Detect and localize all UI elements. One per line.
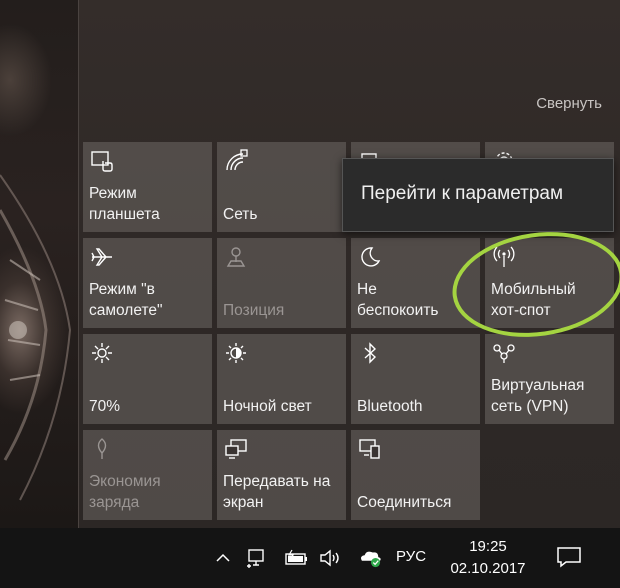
tile-label: Экономия заряда: [89, 473, 161, 511]
project-icon: [223, 436, 249, 462]
volume-icon[interactable]: [318, 548, 342, 568]
tooltip-text: Перейти к параметрам: [361, 183, 564, 204]
tile-connect[interactable]: Соединиться: [351, 430, 480, 520]
tile-label: 70%: [89, 398, 121, 415]
night-light-icon: [223, 340, 249, 366]
language-indicator[interactable]: РУС: [396, 548, 426, 565]
tile-night-light[interactable]: Ночной свет: [217, 334, 346, 424]
tile-airplane-mode[interactable]: Режим "в самолете": [83, 238, 212, 328]
tile-label: Сеть: [223, 206, 258, 223]
tablet-mode-icon: [89, 148, 115, 174]
tile-label: Позиция: [223, 302, 285, 319]
brightness-icon: [89, 340, 115, 366]
clock[interactable]: 19:25 02.10.2017: [438, 536, 538, 580]
clock-time: 19:25: [469, 538, 507, 555]
wallpaper-art: [0, 174, 72, 501]
tile-label: Ночной свет: [223, 398, 312, 415]
tile-label: Передавать на экран: [223, 473, 331, 511]
location-icon: [223, 244, 249, 270]
collapse-link[interactable]: Свернуть: [536, 95, 602, 112]
taskbar: РУС 19:25 02.10.2017: [0, 528, 620, 588]
vpn-icon: [491, 340, 517, 366]
tile-label: Соединиться: [357, 494, 452, 511]
tile-brightness[interactable]: 70%: [83, 334, 212, 424]
tile-vpn[interactable]: Виртуальная сеть (VPN): [485, 334, 614, 424]
tile-label: Bluetooth: [357, 398, 423, 415]
tile-label: Режим планшета: [89, 185, 160, 223]
battery-saver-icon: [89, 436, 115, 462]
tile-battery-saver[interactable]: Экономия заряда: [83, 430, 212, 520]
tooltip: Перейти к параметрам: [342, 158, 614, 232]
clock-date: 02.10.2017: [450, 560, 526, 577]
connect-icon: [357, 436, 383, 462]
battery-icon[interactable]: [284, 548, 310, 568]
tile-project[interactable]: Передавать на экран: [217, 430, 346, 520]
network-icon: [223, 148, 249, 174]
notifications-icon[interactable]: [556, 545, 582, 569]
chevron-up-icon[interactable]: [215, 548, 231, 568]
moon-icon: [357, 244, 383, 270]
airplane-icon: [89, 244, 115, 270]
tile-bluetooth[interactable]: Bluetooth: [351, 334, 480, 424]
tile-tablet-mode[interactable]: Режим планшета: [83, 142, 212, 232]
tile-network[interactable]: Сеть: [217, 142, 346, 232]
tile-location[interactable]: Позиция: [217, 238, 346, 328]
tile-label: Режим "в самолете": [89, 281, 163, 319]
onedrive-icon[interactable]: [356, 548, 386, 568]
desktop-wallpaper: [0, 0, 78, 528]
tile-label: Виртуальная сеть (VPN): [491, 377, 585, 415]
network-wired-icon[interactable]: [246, 548, 270, 568]
bluetooth-icon: [357, 340, 383, 366]
